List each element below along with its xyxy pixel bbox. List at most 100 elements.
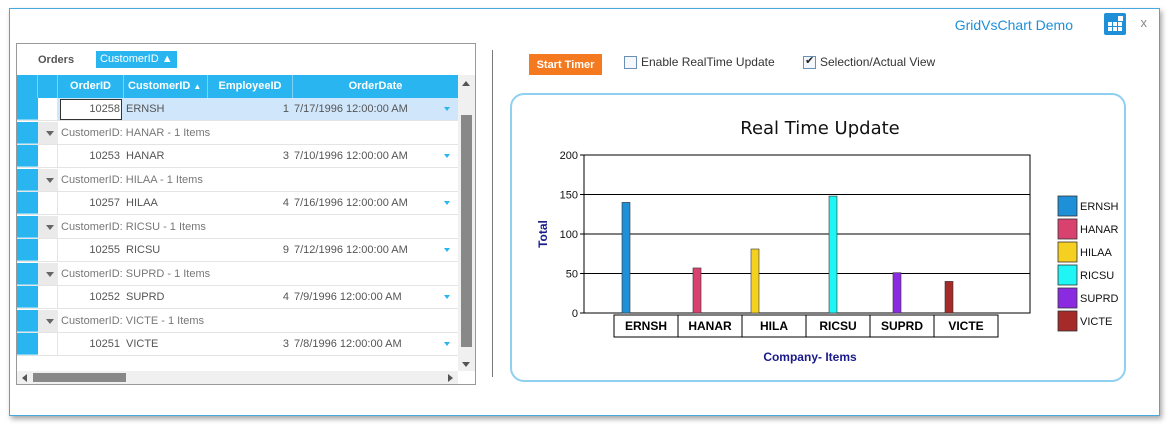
- y-axis-label: Total: [536, 220, 550, 248]
- vertical-scrollbar[interactable]: [458, 75, 475, 371]
- cell-orderid[interactable]: 10253: [58, 145, 120, 168]
- group-row[interactable]: CustomerID: RICSU - 1 Items: [17, 216, 458, 239]
- scroll-right-icon[interactable]: [448, 374, 453, 382]
- group-caption: CustomerID: VICTE - 1 Items: [61, 315, 205, 327]
- group-row[interactable]: CustomerID: VICTE - 1 Items: [17, 310, 458, 333]
- column-header-label: OrderID: [70, 80, 111, 92]
- cell-employeeid[interactable]: 3: [208, 333, 289, 356]
- close-button[interactable]: x: [1141, 15, 1148, 30]
- y-tick-label: 50: [566, 269, 578, 281]
- bar-chart: Real Time Update 0 50 100 150 200 Total ERNSH HA…: [536, 118, 1119, 364]
- selection-view-checkbox-label[interactable]: Selection/Actual View: [820, 55, 935, 69]
- horizontal-scrollbar[interactable]: [17, 371, 458, 384]
- legend-swatch: [1057, 241, 1078, 263]
- x-axis-label: Company- Items: [763, 350, 857, 364]
- cell-customerid[interactable]: RICSU: [126, 239, 206, 262]
- x-tick-label: ERNSH: [625, 319, 667, 333]
- row-indicator: [17, 310, 38, 332]
- legend-swatch: [1057, 195, 1078, 217]
- table-row[interactable]: 10258 ERNSH 1 7/17/1996 12:00:00 AM: [17, 98, 458, 121]
- cell-orderid[interactable]: 10257: [58, 192, 120, 215]
- cell-orderdate[interactable]: 7/16/1996 12:00:00 AM: [294, 192, 434, 215]
- group-row[interactable]: CustomerID: SUPRD - 1 Items: [17, 263, 458, 286]
- scroll-down-icon[interactable]: [462, 362, 470, 367]
- y-tick-label: 100: [560, 229, 578, 241]
- cell-employeeid[interactable]: 4: [208, 192, 289, 215]
- table-row[interactable]: 10252 SUPRD 4 7/9/1996 12:00:00 AM: [17, 286, 458, 309]
- legend-swatch: [1057, 264, 1078, 286]
- start-timer-button[interactable]: Start Timer: [529, 54, 602, 75]
- cell-orderdate[interactable]: 7/12/1996 12:00:00 AM: [294, 239, 434, 262]
- y-tick-label: 0: [572, 308, 578, 320]
- grid-icon[interactable]: [1104, 13, 1126, 35]
- table-row[interactable]: 10251 VICTE 3 7/8/1996 12:00:00 AM: [17, 333, 458, 356]
- dropdown-arrow-icon[interactable]: [444, 154, 450, 158]
- dropdown-arrow-icon[interactable]: [444, 295, 450, 299]
- row-indicator[interactable]: [17, 98, 38, 120]
- scroll-thumb[interactable]: [461, 115, 472, 347]
- sort-ascending-icon: ▲: [161, 53, 173, 65]
- group-chip-customerid[interactable]: CustomerID ▲: [96, 51, 177, 68]
- scroll-up-icon[interactable]: [462, 81, 470, 86]
- column-header-orderid[interactable]: OrderID: [58, 75, 124, 98]
- x-tick-label: HANAR: [688, 319, 732, 333]
- cell-employeeid[interactable]: 9: [208, 239, 289, 262]
- cell-customerid[interactable]: HILAA: [126, 192, 206, 215]
- scroll-thumb[interactable]: [33, 373, 126, 382]
- x-tick-label: SUPRD: [881, 319, 923, 333]
- cell-customerid[interactable]: ERNSH: [126, 98, 206, 121]
- cell-employeeid[interactable]: 3: [208, 145, 289, 168]
- cell-customerid[interactable]: SUPRD: [126, 286, 206, 309]
- cell-orderid[interactable]: 10252: [58, 286, 120, 309]
- column-header-label: EmployeeID: [218, 80, 282, 92]
- cell-orderdate[interactable]: 7/10/1996 12:00:00 AM: [294, 145, 434, 168]
- dropdown-arrow-icon[interactable]: [444, 107, 450, 111]
- cell-orderid[interactable]: 10251: [58, 333, 120, 356]
- group-caption: CustomerID: RICSU - 1 Items: [61, 221, 206, 233]
- legend-swatch: [1057, 287, 1078, 309]
- group-row[interactable]: CustomerID: HILAA - 1 Items: [17, 169, 458, 192]
- dropdown-arrow-icon[interactable]: [444, 342, 450, 346]
- group-panel-label: Orders: [38, 54, 75, 66]
- column-header-customerid[interactable]: CustomerID ▲: [124, 75, 208, 98]
- row-indicator[interactable]: [17, 286, 38, 308]
- cell-orderid[interactable]: 10258: [58, 98, 120, 121]
- grid-header: OrderID CustomerID ▲ EmployeeID OrderDat…: [17, 75, 458, 98]
- collapse-arrow-icon[interactable]: [46, 131, 54, 136]
- column-header-orderdate[interactable]: OrderDate: [293, 75, 458, 98]
- dropdown-arrow-icon[interactable]: [444, 201, 450, 205]
- realtime-checkbox-label[interactable]: Enable RealTime Update: [641, 55, 775, 69]
- row-indicator[interactable]: [17, 239, 38, 261]
- cell-orderdate[interactable]: 7/8/1996 12:00:00 AM: [294, 333, 434, 356]
- collapse-arrow-icon[interactable]: [46, 319, 54, 324]
- table-row[interactable]: 10255 RICSU 9 7/12/1996 12:00:00 AM: [17, 239, 458, 262]
- collapse-arrow-icon[interactable]: [46, 272, 54, 277]
- collapse-arrow-icon[interactable]: [46, 225, 54, 230]
- cell-orderdate[interactable]: 7/9/1996 12:00:00 AM: [294, 286, 434, 309]
- collapse-arrow-icon[interactable]: [46, 178, 54, 183]
- row-indicator[interactable]: [17, 192, 38, 214]
- cell-employeeid[interactable]: 1: [208, 98, 289, 121]
- legend-label: HANAR: [1080, 224, 1119, 236]
- cell-orderid[interactable]: 10255: [58, 239, 120, 262]
- selection-view-checkbox[interactable]: [803, 54, 816, 69]
- row-indicator[interactable]: [17, 333, 38, 355]
- row-indicator[interactable]: [17, 145, 38, 167]
- dropdown-arrow-icon[interactable]: [444, 248, 450, 252]
- group-chip-label: CustomerID: [100, 53, 159, 65]
- group-row[interactable]: CustomerID: HANAR - 1 Items: [17, 122, 458, 145]
- row-indicator: [17, 216, 38, 238]
- bar-hilaa: [750, 248, 760, 314]
- cell-customerid[interactable]: VICTE: [126, 333, 206, 356]
- cell-employeeid[interactable]: 4: [208, 286, 289, 309]
- table-row[interactable]: 10257 HILAA 4 7/16/1996 12:00:00 AM: [17, 192, 458, 215]
- table-row[interactable]: 10253 HANAR 3 7/10/1996 12:00:00 AM: [17, 145, 458, 168]
- row-indent: [38, 192, 58, 214]
- cell-orderdate[interactable]: 7/17/1996 12:00:00 AM: [294, 98, 434, 121]
- column-header-employeeid[interactable]: EmployeeID: [208, 75, 293, 98]
- legend-label: ERNSH: [1080, 201, 1119, 213]
- scroll-left-icon[interactable]: [22, 374, 27, 382]
- cell-customerid[interactable]: HANAR: [126, 145, 206, 168]
- realtime-checkbox[interactable]: [624, 56, 637, 69]
- legend-label: SUPRD: [1080, 293, 1119, 305]
